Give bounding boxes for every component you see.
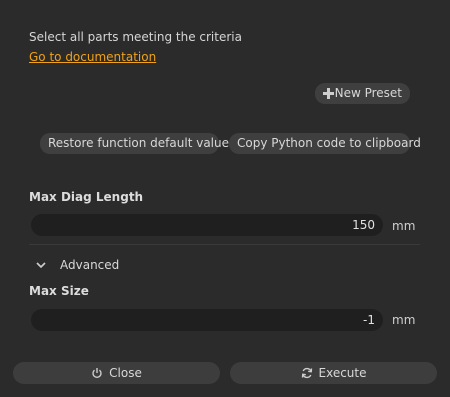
close-button[interactable]: Close	[13, 362, 220, 384]
power-icon	[92, 368, 102, 379]
refresh-icon	[301, 367, 312, 379]
restore-defaults-button[interactable]: Restore function default values	[40, 133, 235, 154]
max-diag-length-unit: mm	[392, 219, 416, 233]
max-size-input[interactable]: -1	[31, 309, 383, 331]
description-text: Select all parts meeting the criteria	[29, 30, 242, 44]
new-preset-label: New Preset	[334, 86, 402, 100]
execute-button[interactable]: Execute	[230, 362, 437, 384]
close-label: Close	[109, 366, 142, 380]
max-diag-length-input[interactable]: 150	[31, 214, 383, 236]
documentation-link[interactable]: Go to documentation	[29, 50, 156, 64]
max-size-unit: mm	[392, 313, 416, 327]
chevron-down-icon	[36, 262, 46, 269]
max-size-label: Max Size	[29, 284, 89, 298]
advanced-toggle[interactable]: Advanced	[36, 258, 119, 272]
max-diag-length-label: Max Diag Length	[29, 190, 144, 204]
advanced-label: Advanced	[60, 258, 120, 272]
execute-label: Execute	[318, 366, 367, 380]
section-divider	[29, 244, 420, 245]
plus-icon	[323, 88, 334, 99]
copy-python-button[interactable]: Copy Python code to clipboard	[229, 133, 421, 154]
new-preset-button[interactable]: New Preset	[315, 83, 410, 104]
